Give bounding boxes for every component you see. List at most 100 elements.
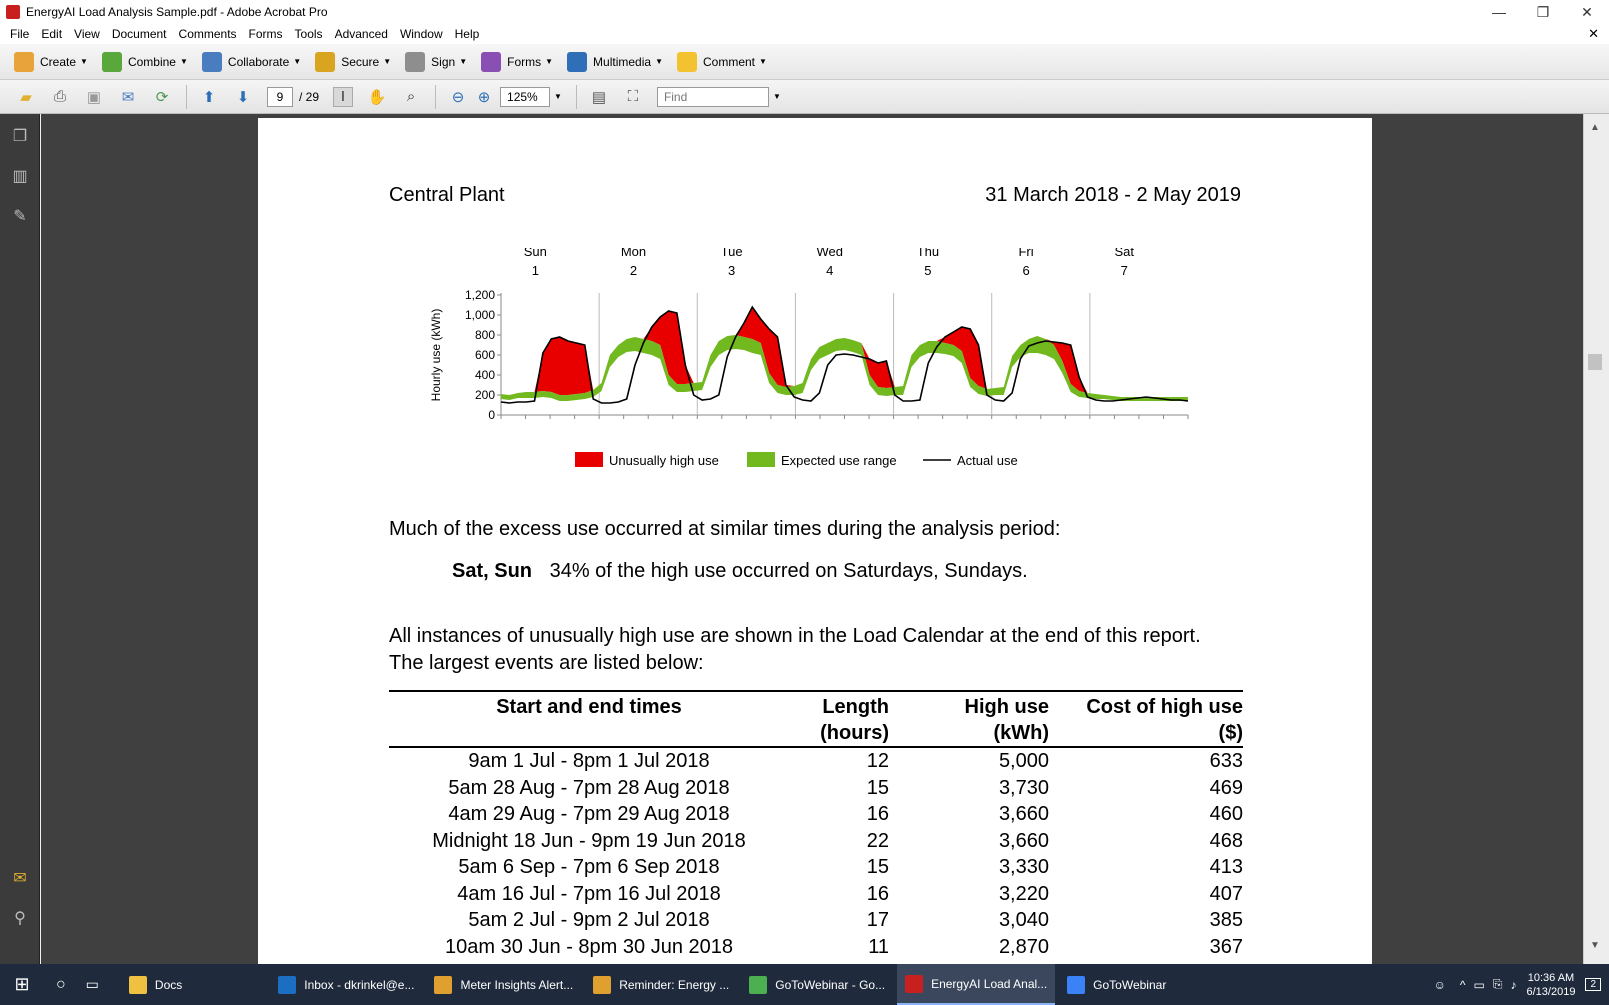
menu-window[interactable]: Window xyxy=(394,27,449,41)
taskbar-item[interactable]: EnergyAI Load Anal... xyxy=(897,964,1056,1005)
find-input[interactable]: Find xyxy=(656,86,769,107)
volume-icon[interactable]: ♪ xyxy=(1511,978,1517,992)
toolbar-label: Comment xyxy=(702,54,755,69)
highlight-label: Sat, Sun xyxy=(452,560,533,582)
vertical-scrollbar[interactable]: ▲ ▼ xyxy=(1583,114,1609,964)
signatures-icon[interactable]: ✎ xyxy=(10,206,30,226)
open-folder-icon[interactable]: ▰ xyxy=(16,87,36,107)
scroll-thumb[interactable] xyxy=(1588,354,1602,370)
taskbar-item[interactable]: GoToWebinar xyxy=(1059,964,1174,1005)
table-cell: 3,660 xyxy=(998,803,1049,825)
zoom-dropdown-icon[interactable]: ▼ xyxy=(554,92,562,101)
y-tick-label: 200 xyxy=(475,388,495,402)
toolbar-collaborate-button[interactable]: Collaborate ▼ xyxy=(201,51,301,72)
select-tool-icon[interactable]: I xyxy=(333,86,354,107)
table-row: 10am 30 Jun - 8pm 30 Jun 2018 11 2,870 367 xyxy=(389,934,1243,961)
toolbar-multimedia-button[interactable]: Multimedia ▼ xyxy=(567,51,663,72)
app-icon xyxy=(278,975,297,994)
day-number-label: 6 xyxy=(1022,263,1029,278)
page-number-input[interactable]: 9 xyxy=(267,86,293,107)
table-cell: 3,330 xyxy=(998,856,1049,878)
clock-time: 10:36 AM xyxy=(1527,971,1575,984)
taskbar-item[interactable]: Docs xyxy=(121,964,190,1005)
find-dropdown-icon[interactable]: ▼ xyxy=(773,92,781,101)
network-icon[interactable]: ⎘ xyxy=(1493,977,1503,992)
taskbar-item[interactable]: Inbox - dkrinkel@e... xyxy=(270,964,422,1005)
create-icon xyxy=(14,51,34,72)
table-cell: 3,220 xyxy=(998,882,1049,905)
y-tick-label: 800 xyxy=(475,328,495,342)
scroll-down-icon[interactable]: ▼ xyxy=(1590,940,1600,951)
table-cell: 3,730 xyxy=(998,776,1049,799)
day-number-label: 1 xyxy=(532,263,539,278)
header-length-unit: (hours) xyxy=(820,722,889,744)
close-button[interactable]: ✕ xyxy=(1565,4,1609,21)
email-icon[interactable]: ✉ xyxy=(118,87,138,107)
day-number-label: 5 xyxy=(924,263,931,278)
previous-page-icon[interactable]: ⬆ xyxy=(199,87,219,107)
menu-document[interactable]: Document xyxy=(106,27,173,41)
taskbar-item[interactable]: Reminder: Energy ... xyxy=(585,964,737,1005)
table-cell: 17 xyxy=(866,909,889,931)
print-icon[interactable]: ⎙ xyxy=(50,87,70,107)
zoom-tool-icon[interactable]: ⌕ xyxy=(401,87,421,107)
hand-tool-icon[interactable]: ✋ xyxy=(367,87,387,107)
toolbar-create-button[interactable]: Create ▼ xyxy=(14,51,88,72)
next-page-icon[interactable]: ⬇ xyxy=(233,87,253,107)
menu-view[interactable]: View xyxy=(68,27,106,41)
search-icon[interactable]: ○ xyxy=(48,964,74,1005)
app-icon xyxy=(1067,975,1086,994)
task-view-icon[interactable]: ▭ xyxy=(78,964,107,1005)
y-tick-label: 600 xyxy=(475,348,495,362)
menu-file[interactable]: File xyxy=(4,27,35,41)
menu-advanced[interactable]: Advanced xyxy=(329,27,394,41)
toolbar-comment-button[interactable]: Comment ▼ xyxy=(676,51,767,72)
menu-edit[interactable]: Edit xyxy=(35,27,68,41)
full-screen-icon[interactable]: ⛶ xyxy=(623,87,643,107)
start-button[interactable]: ⊞ xyxy=(0,964,44,1005)
legend-actual-label: Actual use xyxy=(957,453,1018,468)
chevron-down-icon: ▼ xyxy=(80,57,88,66)
table-cell: 468 xyxy=(1209,829,1243,852)
share-icon[interactable]: ⟳ xyxy=(152,87,172,107)
day-name-label: Sat xyxy=(1114,248,1134,259)
clock[interactable]: 10:36 AM 6/13/2019 xyxy=(1527,971,1576,999)
menu-help[interactable]: Help xyxy=(449,27,486,41)
fit-page-icon[interactable]: ▤ xyxy=(589,87,609,107)
toolbar-secure-button[interactable]: Secure ▼ xyxy=(315,51,391,72)
table-cell: 5,000 xyxy=(998,750,1049,772)
battery-icon[interactable]: ▭ xyxy=(1474,978,1485,992)
people-icon[interactable]: ☺ xyxy=(1434,978,1446,992)
toolbar-label: Sign xyxy=(431,54,456,69)
chevron-down-icon: ▼ xyxy=(545,57,554,66)
document-area[interactable]: Central Plant 31 March 2018 - 2 May 2019… xyxy=(41,114,1583,964)
table-cell: 22 xyxy=(866,829,889,852)
zoom-out-icon[interactable]: ⊖ xyxy=(448,87,468,107)
app-icon xyxy=(593,975,612,994)
restore-button[interactable]: ❐ xyxy=(1521,4,1565,21)
bookmarks-icon[interactable]: ▥ xyxy=(10,166,30,186)
tray-expand-icon[interactable]: ^ xyxy=(1460,978,1466,992)
toolbar-label: Forms xyxy=(507,54,542,69)
table-cell: 460 xyxy=(1209,803,1243,825)
minimize-button[interactable]: — xyxy=(1477,4,1521,20)
toolbar-forms-button[interactable]: Forms ▼ xyxy=(481,51,554,72)
save-icon[interactable]: ▣ xyxy=(84,87,104,107)
chevron-down-icon: ▼ xyxy=(459,57,468,66)
taskbar-item[interactable]: Meter Insights Alert... xyxy=(426,964,581,1005)
notifications-icon[interactable]: 2 xyxy=(1585,978,1601,991)
comments-icon[interactable]: ✉ xyxy=(10,868,30,888)
pages-icon[interactable]: ❐ xyxy=(10,126,30,146)
toolbar-sign-button[interactable]: Sign ▼ xyxy=(405,51,468,72)
toolbar-combine-button[interactable]: Combine ▼ xyxy=(101,51,188,72)
paragraph-excess: Much of the excess use occurred at simil… xyxy=(389,518,1061,540)
zoom-level-select[interactable]: 125% xyxy=(500,86,551,107)
menu-tools[interactable]: Tools xyxy=(289,27,329,41)
attachments-icon[interactable]: ⚲ xyxy=(10,908,30,928)
taskbar-item[interactable]: GoToWebinar - Go... xyxy=(741,964,893,1005)
scroll-up-icon[interactable]: ▲ xyxy=(1590,122,1600,133)
menu-forms[interactable]: Forms xyxy=(243,27,289,41)
menu-comments[interactable]: Comments xyxy=(173,27,243,41)
zoom-in-icon[interactable]: ⊕ xyxy=(474,87,494,107)
document-close-button[interactable]: ✕ xyxy=(1588,26,1599,42)
